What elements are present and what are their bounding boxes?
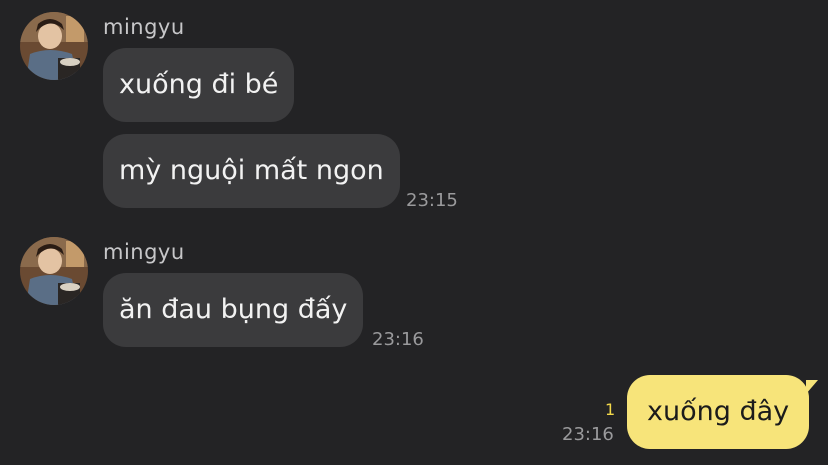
sender-avatar[interactable] bbox=[20, 237, 88, 305]
message-text: xuống đi bé bbox=[119, 69, 279, 100]
message-bubble[interactable]: ăn đau bụng đấy bbox=[103, 273, 364, 347]
profile-photo-icon bbox=[20, 237, 88, 305]
sender-name: mingyu bbox=[103, 15, 185, 39]
unread-count: 1 bbox=[605, 400, 616, 419]
message-text: mỳ nguội mất ngon bbox=[119, 155, 384, 186]
bubble-tail bbox=[806, 380, 818, 394]
message-timestamp: 23:15 bbox=[406, 190, 458, 211]
chat-message-list[interactable]: mingyu xuống đi bé mỳ nguội mất ngon 23:… bbox=[0, 0, 828, 465]
message-text: ăn đau bụng đấy bbox=[119, 294, 348, 325]
message-text: xuống đây bbox=[647, 396, 790, 427]
message-timestamp: 23:16 bbox=[562, 424, 614, 445]
message-bubble[interactable]: xuống đi bé bbox=[103, 48, 295, 122]
message-timestamp: 23:16 bbox=[372, 329, 424, 350]
message-bubble-outgoing[interactable]: xuống đây bbox=[627, 375, 810, 449]
message-bubble[interactable]: mỳ nguội mất ngon bbox=[103, 134, 400, 208]
sender-avatar[interactable] bbox=[20, 12, 88, 80]
profile-photo-icon bbox=[20, 12, 88, 80]
sender-name: mingyu bbox=[103, 240, 185, 264]
